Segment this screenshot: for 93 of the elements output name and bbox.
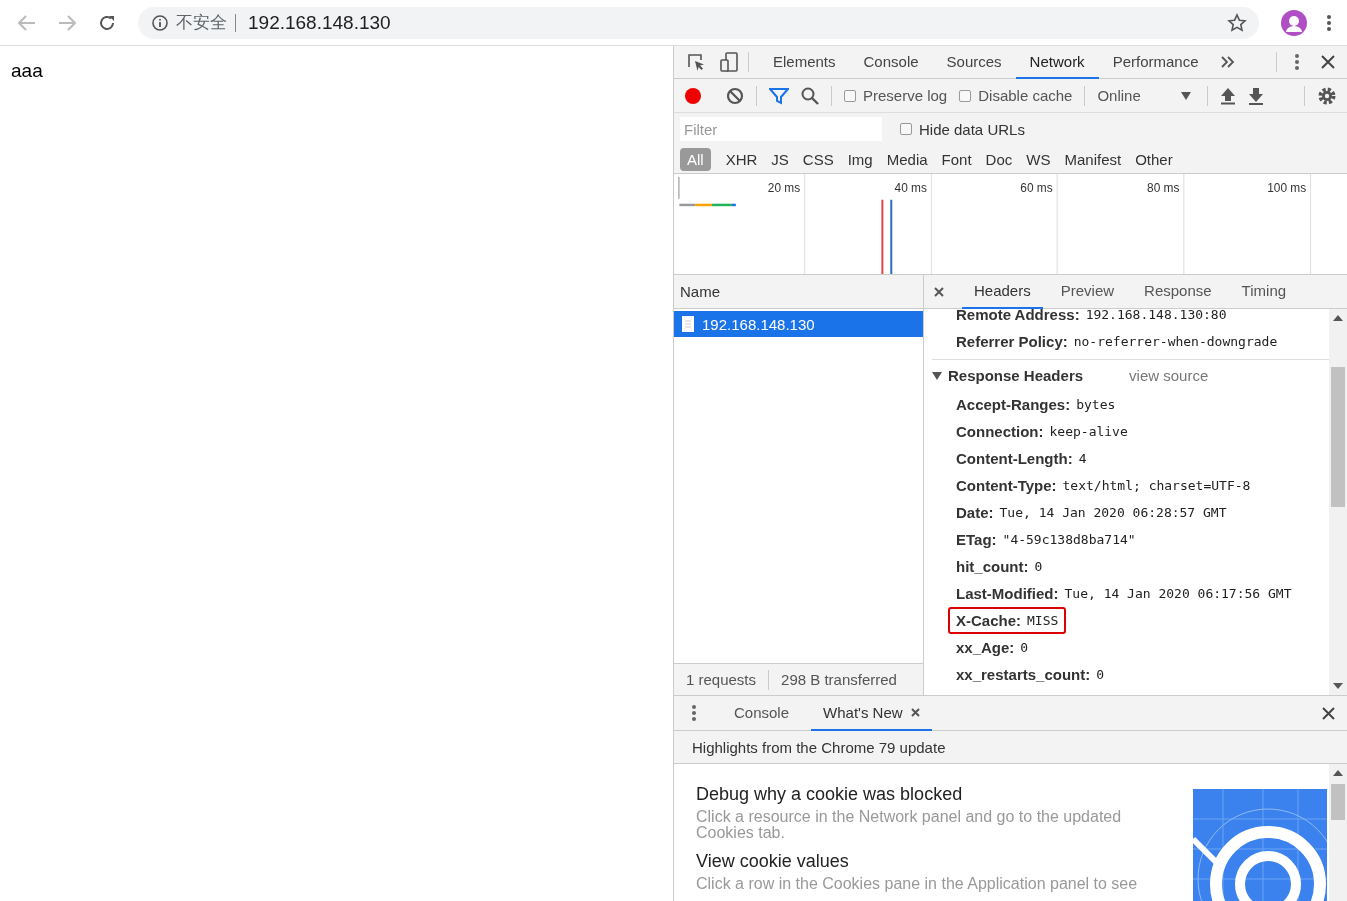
header-entry: hit_count: 0 bbox=[955, 557, 1044, 577]
detail-tab[interactable]: Response bbox=[1132, 274, 1224, 309]
checkbox[interactable] bbox=[900, 123, 912, 135]
header-entry: Remote Address: 192.168.148.130:80 bbox=[955, 309, 1228, 325]
type-filter[interactable]: CSS bbox=[795, 147, 841, 171]
type-filter[interactable]: JS bbox=[764, 147, 796, 171]
tick-label: 20 ms bbox=[767, 180, 801, 195]
detail-tab[interactable]: Preview bbox=[1048, 274, 1127, 309]
summary-text: 298 B transferred bbox=[781, 671, 897, 688]
scrollbar[interactable] bbox=[1329, 309, 1347, 695]
document-icon bbox=[682, 316, 694, 332]
column-header[interactable]: Name bbox=[674, 275, 923, 309]
record-icon[interactable] bbox=[684, 86, 702, 105]
feature-description: Click a row in the Cookies pane in the Application panel to see bbox=[696, 876, 1139, 892]
download-icon[interactable] bbox=[1247, 86, 1264, 105]
header-entry: Referrer Policy: no-referrer-when-downgrade bbox=[955, 332, 1279, 352]
header-entry: X-Cache: MISS bbox=[948, 607, 1067, 634]
device-icon[interactable] bbox=[720, 52, 738, 72]
section-toggle[interactable] bbox=[932, 370, 942, 381]
checkbox[interactable] bbox=[959, 89, 972, 102]
type-filter[interactable]: Manifest bbox=[1057, 147, 1129, 171]
address-bar[interactable]: 不安全 192.168.148.130 bbox=[138, 6, 1259, 39]
drawer-subtitle: Highlights from the Chrome 79 update bbox=[692, 738, 946, 756]
inspect-icon[interactable] bbox=[686, 52, 706, 72]
reload-icon[interactable] bbox=[98, 13, 116, 32]
checkbox-label: Hide data URLs bbox=[919, 120, 1025, 138]
checkbox-label: Preserve log bbox=[863, 87, 948, 104]
type-filter[interactable]: Media bbox=[879, 147, 935, 171]
summary-text: 1 requests bbox=[686, 671, 757, 688]
tick-label: 100 ms bbox=[1267, 180, 1307, 195]
more-tabs-icon[interactable] bbox=[1220, 56, 1235, 68]
header-entry: Accept-Ranges: bytes bbox=[955, 395, 1117, 415]
menu-icon[interactable] bbox=[1295, 54, 1299, 70]
scrollbar[interactable] bbox=[1329, 764, 1347, 901]
header-entry: Last-Modified: Tue, 14 Jan 2020 06:17:56 GMT bbox=[955, 584, 1293, 604]
scroll-up-icon[interactable] bbox=[1333, 315, 1343, 321]
type-filter[interactable]: Other bbox=[1128, 147, 1180, 171]
triangle-icon bbox=[932, 370, 942, 381]
scrollbar-thumb[interactable] bbox=[1331, 367, 1345, 507]
tick-label: 40 ms bbox=[894, 180, 927, 195]
settings-icon[interactable] bbox=[1317, 85, 1337, 106]
caret-icon bbox=[1180, 91, 1191, 100]
type-filter[interactable]: Img bbox=[840, 147, 880, 171]
section-title: Response Headers bbox=[948, 367, 1084, 384]
clear-icon[interactable] bbox=[726, 86, 744, 105]
feature-description: Click a resource in the Network panel and go to the updated Cookies tab. bbox=[696, 809, 1123, 841]
header-entry: Content-Type: text/html; charset=UTF-8 bbox=[955, 476, 1252, 496]
header-entry: xx_Age: 0 bbox=[955, 638, 1030, 658]
type-filter[interactable]: Font bbox=[934, 147, 979, 171]
scroll-up-icon[interactable] bbox=[1333, 770, 1343, 776]
panel-tab[interactable]: Console bbox=[849, 45, 933, 79]
detail-tab[interactable]: Headers bbox=[962, 274, 1043, 309]
scroll-down-icon[interactable] bbox=[1333, 683, 1343, 689]
feature-title: View cookie values bbox=[696, 851, 850, 872]
request-bar bbox=[679, 203, 736, 207]
panel-tab[interactable]: Elements bbox=[759, 45, 850, 79]
header-entry: ETag: "4-59c138d8ba714" bbox=[955, 530, 1137, 550]
feature-title: Debug why a cookie was blocked bbox=[696, 784, 964, 805]
tick-label: 60 ms bbox=[1020, 180, 1053, 195]
view-source-link[interactable]: view source bbox=[1129, 367, 1209, 384]
menu-icon[interactable] bbox=[692, 705, 696, 721]
checkbox-label: Disable cache bbox=[978, 87, 1073, 104]
scrollbar-thumb[interactable] bbox=[1331, 784, 1345, 820]
header-entry: xx_restarts_count: 0 bbox=[955, 665, 1106, 685]
detail-tab[interactable]: Timing bbox=[1229, 274, 1299, 309]
security-label: 不安全 bbox=[176, 13, 236, 32]
page-text: aaa bbox=[11, 60, 43, 81]
type-filter[interactable]: WS bbox=[1019, 147, 1058, 171]
throttling-dropdown[interactable]: Online bbox=[1097, 87, 1191, 104]
close-icon[interactable] bbox=[1321, 55, 1335, 69]
drawer-tab[interactable]: Console bbox=[722, 695, 802, 731]
filter-icon[interactable] bbox=[769, 86, 789, 105]
header-entry: Content-Length: 4 bbox=[955, 449, 1088, 469]
info-icon bbox=[152, 14, 168, 31]
panel-tab[interactable]: Performance bbox=[1098, 45, 1213, 79]
type-filter[interactable]: XHR bbox=[718, 147, 765, 171]
checkbox[interactable] bbox=[844, 89, 856, 102]
header-entry: Connection: keep-alive bbox=[955, 422, 1129, 442]
close-icon[interactable] bbox=[1322, 706, 1335, 720]
menu-icon[interactable] bbox=[1327, 14, 1331, 31]
avatar[interactable] bbox=[1281, 9, 1307, 36]
request-row[interactable]: 192.168.148.130 bbox=[674, 311, 923, 337]
header-entry: Date: Tue, 14 Jan 2020 06:28:57 GMT bbox=[955, 503, 1228, 523]
url-text: 192.168.148.130 bbox=[248, 11, 391, 34]
close-icon[interactable] bbox=[910, 707, 920, 717]
panel-tab[interactable]: Sources bbox=[932, 45, 1016, 79]
upload-icon[interactable] bbox=[1219, 86, 1236, 105]
filter-field[interactable]: Filter bbox=[680, 117, 882, 141]
type-filter[interactable]: Doc bbox=[978, 147, 1020, 171]
close-icon[interactable] bbox=[934, 286, 944, 297]
star-icon[interactable] bbox=[1227, 12, 1247, 33]
tick-label: 80 ms bbox=[1147, 180, 1180, 195]
search-icon[interactable] bbox=[801, 86, 819, 105]
